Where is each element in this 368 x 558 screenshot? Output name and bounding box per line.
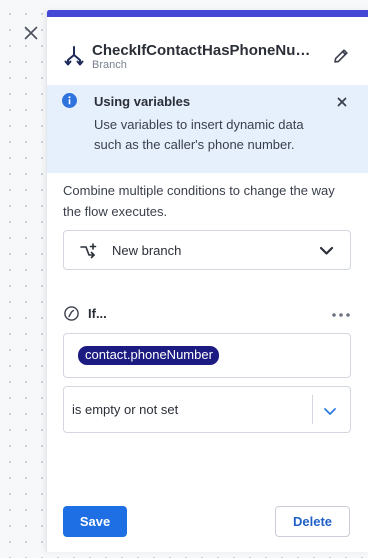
more-options-icon[interactable]: [331, 307, 351, 317]
chevron-down-icon: [319, 244, 334, 256]
select-divider: [312, 395, 313, 424]
panel-accent-bar: [47, 10, 368, 17]
variables-info-banner: Using variables Use variables to insert …: [47, 85, 368, 173]
close-panel-icon[interactable]: [22, 24, 40, 42]
panel-header: CheckIfContactHasPhoneNumber Branch: [47, 17, 368, 85]
split-arrow-icon: [79, 242, 97, 260]
branch-description: Combine multiple conditions to change th…: [63, 183, 335, 219]
branch-icon: [63, 45, 85, 67]
new-branch-label: New branch: [112, 243, 182, 258]
condition-variable-input[interactable]: contact.phoneNumber: [63, 333, 351, 378]
chevron-down-icon: [323, 404, 337, 415]
condition-label: If...: [88, 306, 107, 321]
delete-button[interactable]: Delete: [275, 506, 350, 537]
info-icon: [62, 93, 77, 108]
step-type-label: Branch: [92, 59, 127, 71]
step-title: CheckIfContactHasPhoneNumber: [92, 42, 318, 59]
dismiss-banner-icon[interactable]: [336, 95, 348, 107]
condition-header: If...: [63, 304, 353, 324]
info-banner-text: Use variables to insert dynamic data suc…: [94, 117, 304, 152]
condition-operator-select[interactable]: is empty or not set: [63, 386, 351, 433]
condition-icon: [64, 306, 79, 321]
variable-chip[interactable]: contact.phoneNumber: [78, 346, 219, 365]
new-branch-dropdown[interactable]: New branch: [63, 230, 351, 270]
save-button[interactable]: Save: [63, 506, 127, 537]
info-banner-title: Using variables: [94, 94, 191, 109]
step-settings-panel: CheckIfContactHasPhoneNumber Branch Usin…: [46, 10, 368, 552]
pencil-icon[interactable]: [332, 47, 350, 65]
operator-value: is empty or not set: [72, 402, 179, 417]
